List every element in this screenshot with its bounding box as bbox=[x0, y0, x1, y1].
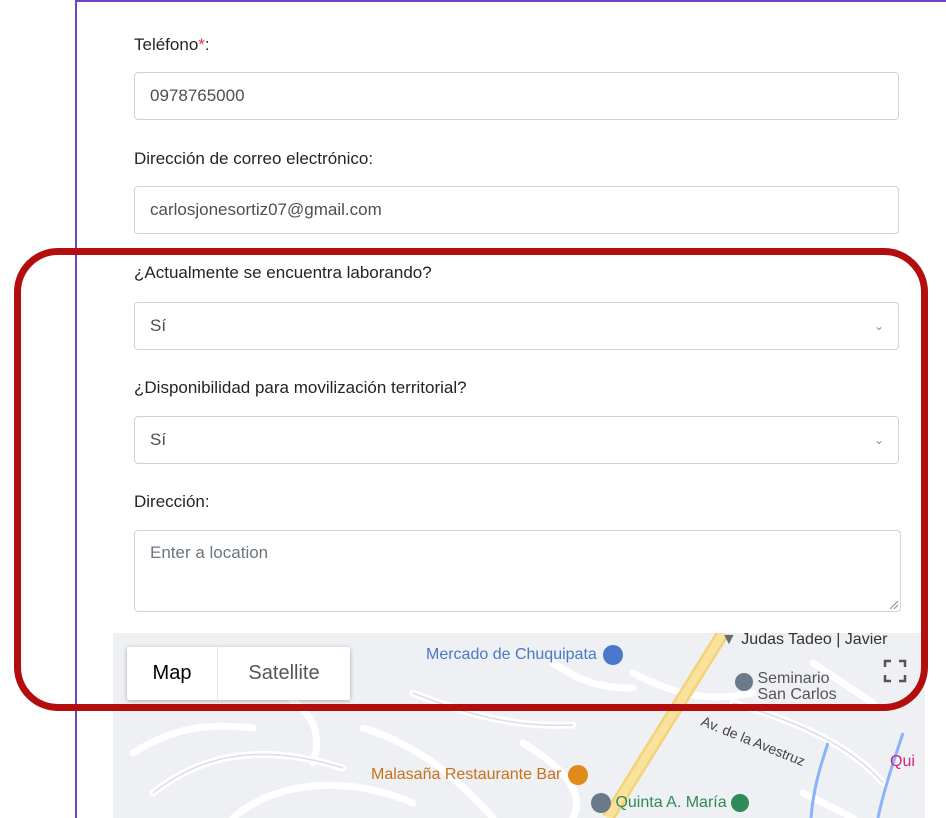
poi-quinta[interactable]: Quinta A. María bbox=[591, 793, 750, 813]
park-pin-icon bbox=[731, 794, 750, 812]
required-asterisk: * bbox=[198, 35, 205, 54]
pin-icon bbox=[591, 793, 611, 813]
email-value: carlosjonesortiz07@gmail.com bbox=[150, 200, 382, 219]
phone-field[interactable]: 0978765000 bbox=[134, 72, 899, 120]
poi-qui[interactable]: Qui bbox=[890, 753, 915, 771]
phone-value: 0978765000 bbox=[150, 86, 245, 105]
phone-label: Teléfono*: bbox=[134, 35, 210, 54]
poi-restaurant[interactable]: Malasaña Restaurante Bar bbox=[371, 765, 588, 785]
email-label: Dirección de correo electrónico: bbox=[134, 149, 374, 168]
restaurant-pin-icon bbox=[567, 765, 588, 785]
email-field[interactable]: carlosjonesortiz07@gmail.com bbox=[134, 186, 899, 234]
frame-border-top bbox=[75, 0, 946, 2]
highlight-annotation bbox=[14, 248, 928, 711]
